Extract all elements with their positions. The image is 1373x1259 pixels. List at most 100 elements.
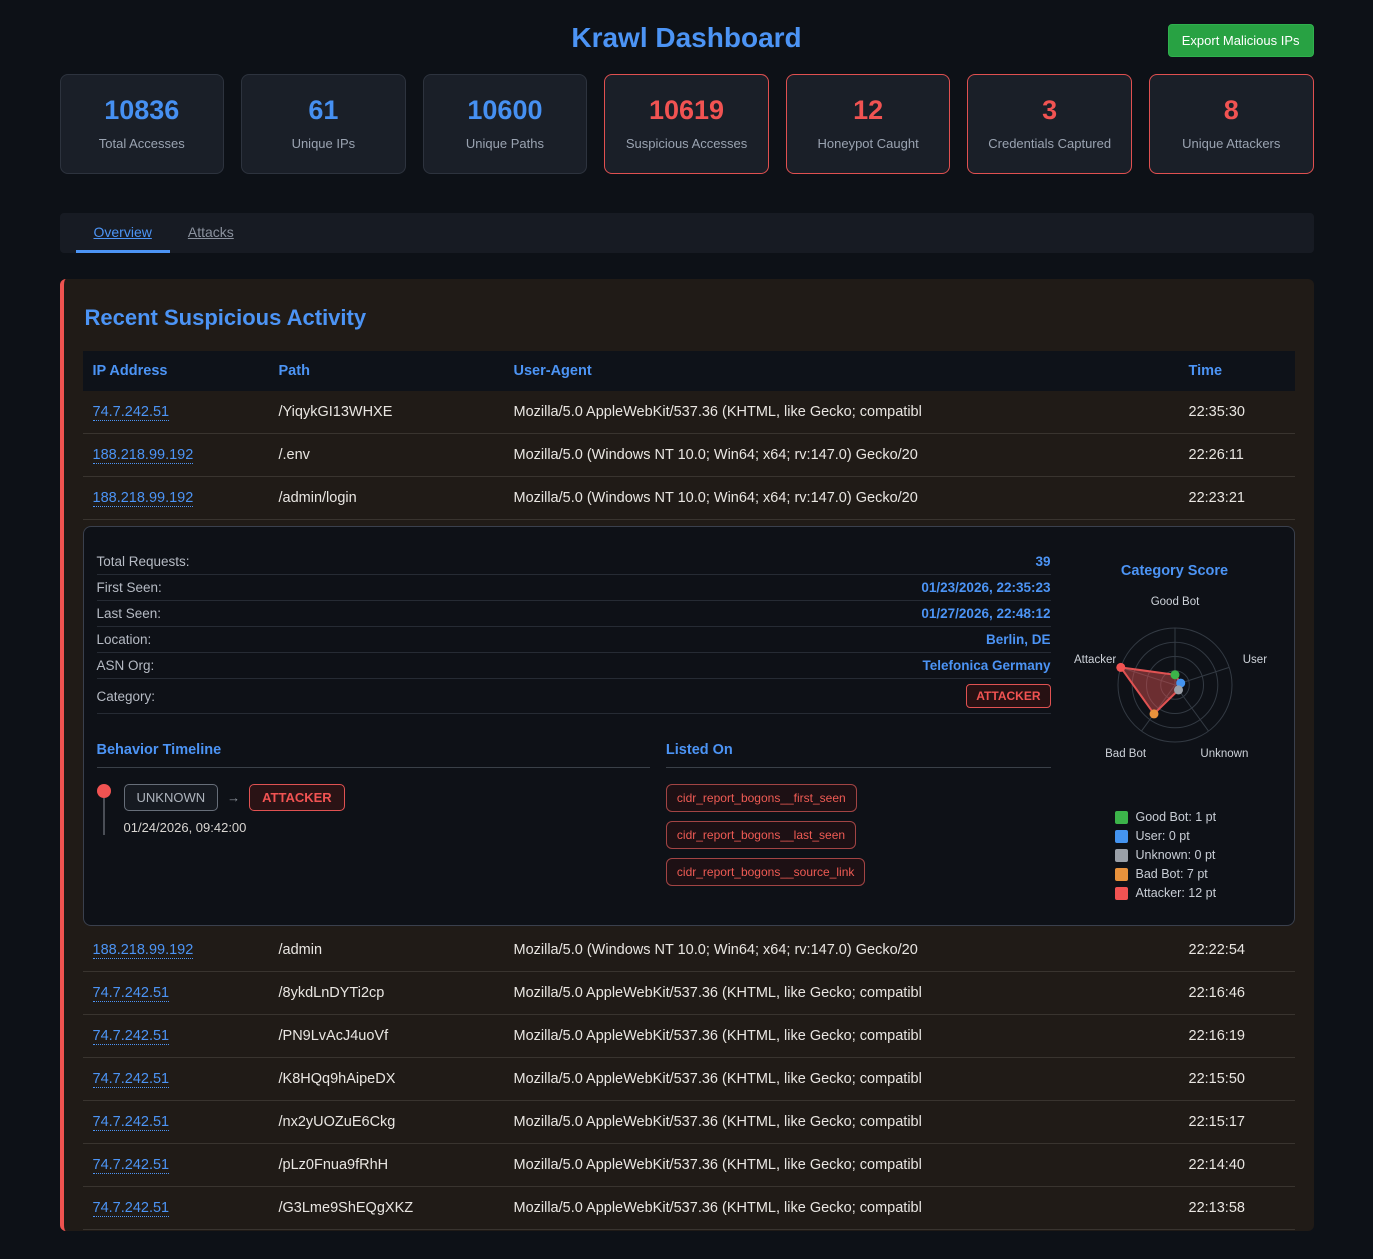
category-score-section: Category ScoreGood BotUserUnknownBad Bot…: [1069, 549, 1281, 905]
time-cell: 22:35:30: [1179, 391, 1295, 433]
ip-cell: 74.7.242.51: [83, 972, 269, 1014]
user-agent-cell: Mozilla/5.0 AppleWebKit/537.36 (KHTML, l…: [504, 1015, 1179, 1057]
ip-detail-info: Total Requests:39First Seen:01/23/2026, …: [97, 549, 1051, 905]
table-body: 74.7.242.51/YiqykGI13WHXEMozilla/5.0 App…: [83, 391, 1295, 1230]
legend-item: Bad Bot: 7 pt: [1115, 867, 1281, 881]
ip-link[interactable]: 188.218.99.192: [93, 447, 194, 464]
table-row[interactable]: 188.218.99.192/admin/loginMozilla/5.0 (W…: [83, 477, 1295, 520]
stat-label: Suspicious Accesses: [611, 136, 762, 151]
stat-label: Unique Paths: [430, 136, 581, 151]
header: Krawl Dashboard Export Malicious IPs: [60, 0, 1314, 66]
time-cell: 22:16:19: [1179, 1015, 1295, 1057]
stat-label: Unique IPs: [248, 136, 399, 151]
arrow-right-icon: →: [227, 790, 240, 805]
stat-value: 10619: [611, 95, 762, 126]
ip-cell: 188.218.99.192: [83, 929, 269, 971]
column-header-time: Time: [1179, 351, 1295, 391]
detail-info-row: Last Seen:01/27/2026, 22:48:12: [97, 601, 1051, 627]
user-agent-cell: Mozilla/5.0 (Windows NT 10.0; Win64; x64…: [504, 929, 1179, 971]
user-agent-cell: Mozilla/5.0 AppleWebKit/537.36 (KHTML, l…: [504, 1058, 1179, 1100]
suspicious-activity-table: IP AddressPathUser-AgentTime 74.7.242.51…: [83, 351, 1295, 1230]
timeline-dot-icon: [97, 784, 111, 798]
ip-link[interactable]: 74.7.242.51: [93, 1028, 170, 1045]
stat-label: Total Accesses: [67, 136, 218, 151]
table-row[interactable]: 74.7.242.51/nx2yUOZuE6CkgMozilla/5.0 App…: [83, 1101, 1295, 1144]
ip-link[interactable]: 74.7.242.51: [93, 1200, 170, 1217]
table-row[interactable]: 74.7.242.51/PN9LvAcJ4uoVfMozilla/5.0 App…: [83, 1015, 1295, 1058]
path-cell: /G3Lme9ShEQgXKZ: [269, 1187, 504, 1229]
table-row[interactable]: 188.218.99.192/adminMozilla/5.0 (Windows…: [83, 929, 1295, 972]
legend-swatch-icon: [1115, 887, 1128, 900]
tab-overview[interactable]: Overview: [76, 213, 170, 253]
radar-point-bad-bot: [1149, 709, 1158, 718]
radar-axis-label-attacker: Attacker: [1074, 654, 1116, 666]
ip-link[interactable]: 74.7.242.51: [93, 1157, 170, 1174]
radar-axis-label-unknown: Unknown: [1200, 748, 1248, 760]
column-header-user-agent: User-Agent: [504, 351, 1179, 391]
detail-columns: Behavior TimelineUNKNOWN→ATTACKER01/24/2…: [97, 742, 1051, 886]
table-row[interactable]: 74.7.242.51/YiqykGI13WHXEMozilla/5.0 App…: [83, 391, 1295, 434]
ip-cell: 74.7.242.51: [83, 1187, 269, 1229]
time-cell: 22:23:21: [1179, 477, 1295, 519]
detail-info-label: First Seen:: [97, 580, 162, 595]
table-row[interactable]: 74.7.242.51/G3Lme9ShEQgXKZMozilla/5.0 Ap…: [83, 1187, 1295, 1230]
legend-label: Good Bot: 1 pt: [1136, 810, 1217, 824]
legend-swatch-icon: [1115, 811, 1128, 824]
table-header-row: IP AddressPathUser-AgentTime: [83, 351, 1295, 391]
stat-label: Honeypot Caught: [793, 136, 944, 151]
legend-item: Good Bot: 1 pt: [1115, 810, 1281, 824]
radar-axis-label-user: User: [1242, 654, 1266, 666]
legend-label: User: 0 pt: [1136, 829, 1190, 843]
ip-link[interactable]: 74.7.242.51: [93, 985, 170, 1002]
legend-item: User: 0 pt: [1115, 829, 1281, 843]
detail-info-row: Location:Berlin, DE: [97, 627, 1051, 653]
legend-label: Attacker: 12 pt: [1136, 886, 1217, 900]
detail-info-row: Total Requests:39: [97, 549, 1051, 575]
table-row[interactable]: 74.7.242.51/8ykdLnDYTi2cpMozilla/5.0 App…: [83, 972, 1295, 1015]
column-header-ip-address: IP Address: [83, 351, 269, 391]
stat-card-unique-paths: 10600 Unique Paths: [423, 74, 588, 174]
ip-link[interactable]: 74.7.242.51: [93, 1114, 170, 1131]
blocklist-badge: cidr_report_bogons__first_seen: [666, 784, 857, 812]
stat-label: Credentials Captured: [974, 136, 1125, 151]
detail-info-value: 39: [1035, 554, 1050, 569]
stat-value: 8: [1156, 95, 1307, 126]
user-agent-cell: Mozilla/5.0 AppleWebKit/537.36 (KHTML, l…: [504, 1144, 1179, 1186]
ip-link[interactable]: 188.218.99.192: [93, 490, 194, 507]
tab-attacks[interactable]: Attacks: [170, 213, 252, 253]
table-row[interactable]: 74.7.242.51/K8HQq9hAipeDXMozilla/5.0 App…: [83, 1058, 1295, 1101]
stat-value: 10836: [67, 95, 218, 126]
detail-info-value: Telefonica Germany: [922, 658, 1050, 673]
time-cell: 22:26:11: [1179, 434, 1295, 476]
legend-label: Unknown: 0 pt: [1136, 848, 1216, 862]
export-malicious-ips-button[interactable]: Export Malicious IPs: [1168, 24, 1314, 57]
ip-detail-panel: Total Requests:39First Seen:01/23/2026, …: [83, 526, 1295, 926]
user-agent-cell: Mozilla/5.0 AppleWebKit/537.36 (KHTML, l…: [504, 1187, 1179, 1229]
listed-on-title: Listed On: [666, 742, 1051, 768]
ip-link[interactable]: 74.7.242.51: [93, 404, 170, 421]
stats-row: 10836 Total Accesses 61 Unique IPs 10600 Uniq…: [60, 74, 1314, 174]
timeline-event: UNKNOWN→ATTACKER01/24/2026, 09:42:00: [97, 784, 650, 835]
timeline-marker: [97, 784, 112, 835]
radar-legend: Good Bot: 1 pt User: 0 pt Unknown: 0 pt Bad…: [1115, 810, 1281, 900]
stat-value: 10600: [430, 95, 581, 126]
user-agent-cell: Mozilla/5.0 (Windows NT 10.0; Win64; x64…: [504, 434, 1179, 476]
table-row[interactable]: 188.218.99.192/.envMozilla/5.0 (Windows …: [83, 434, 1295, 477]
detail-info-row: ASN Org:Telefonica Germany: [97, 653, 1051, 679]
listed-on-badges: cidr_report_bogons__first_seencidr_repor…: [666, 784, 1051, 886]
detail-info-row: Category:ATTACKER: [97, 679, 1051, 714]
ip-link[interactable]: 74.7.242.51: [93, 1071, 170, 1088]
column-header-path: Path: [269, 351, 504, 391]
path-cell: /nx2yUOZuE6Ckg: [269, 1101, 504, 1143]
legend-item: Unknown: 0 pt: [1115, 848, 1281, 862]
detail-info-label: Category:: [97, 689, 156, 704]
path-cell: /admin: [269, 929, 504, 971]
table-row[interactable]: 74.7.242.51/pLz0Fnua9fRhHMozilla/5.0 App…: [83, 1144, 1295, 1187]
time-cell: 22:15:50: [1179, 1058, 1295, 1100]
ip-link[interactable]: 188.218.99.192: [93, 942, 194, 959]
timeline-event-content: UNKNOWN→ATTACKER01/24/2026, 09:42:00: [124, 784, 345, 835]
behavior-timeline-section: Behavior TimelineUNKNOWN→ATTACKER01/24/2…: [97, 742, 650, 886]
to-category-badge: ATTACKER: [249, 784, 345, 811]
radar-point-unknown: [1174, 685, 1183, 694]
stat-value: 61: [248, 95, 399, 126]
